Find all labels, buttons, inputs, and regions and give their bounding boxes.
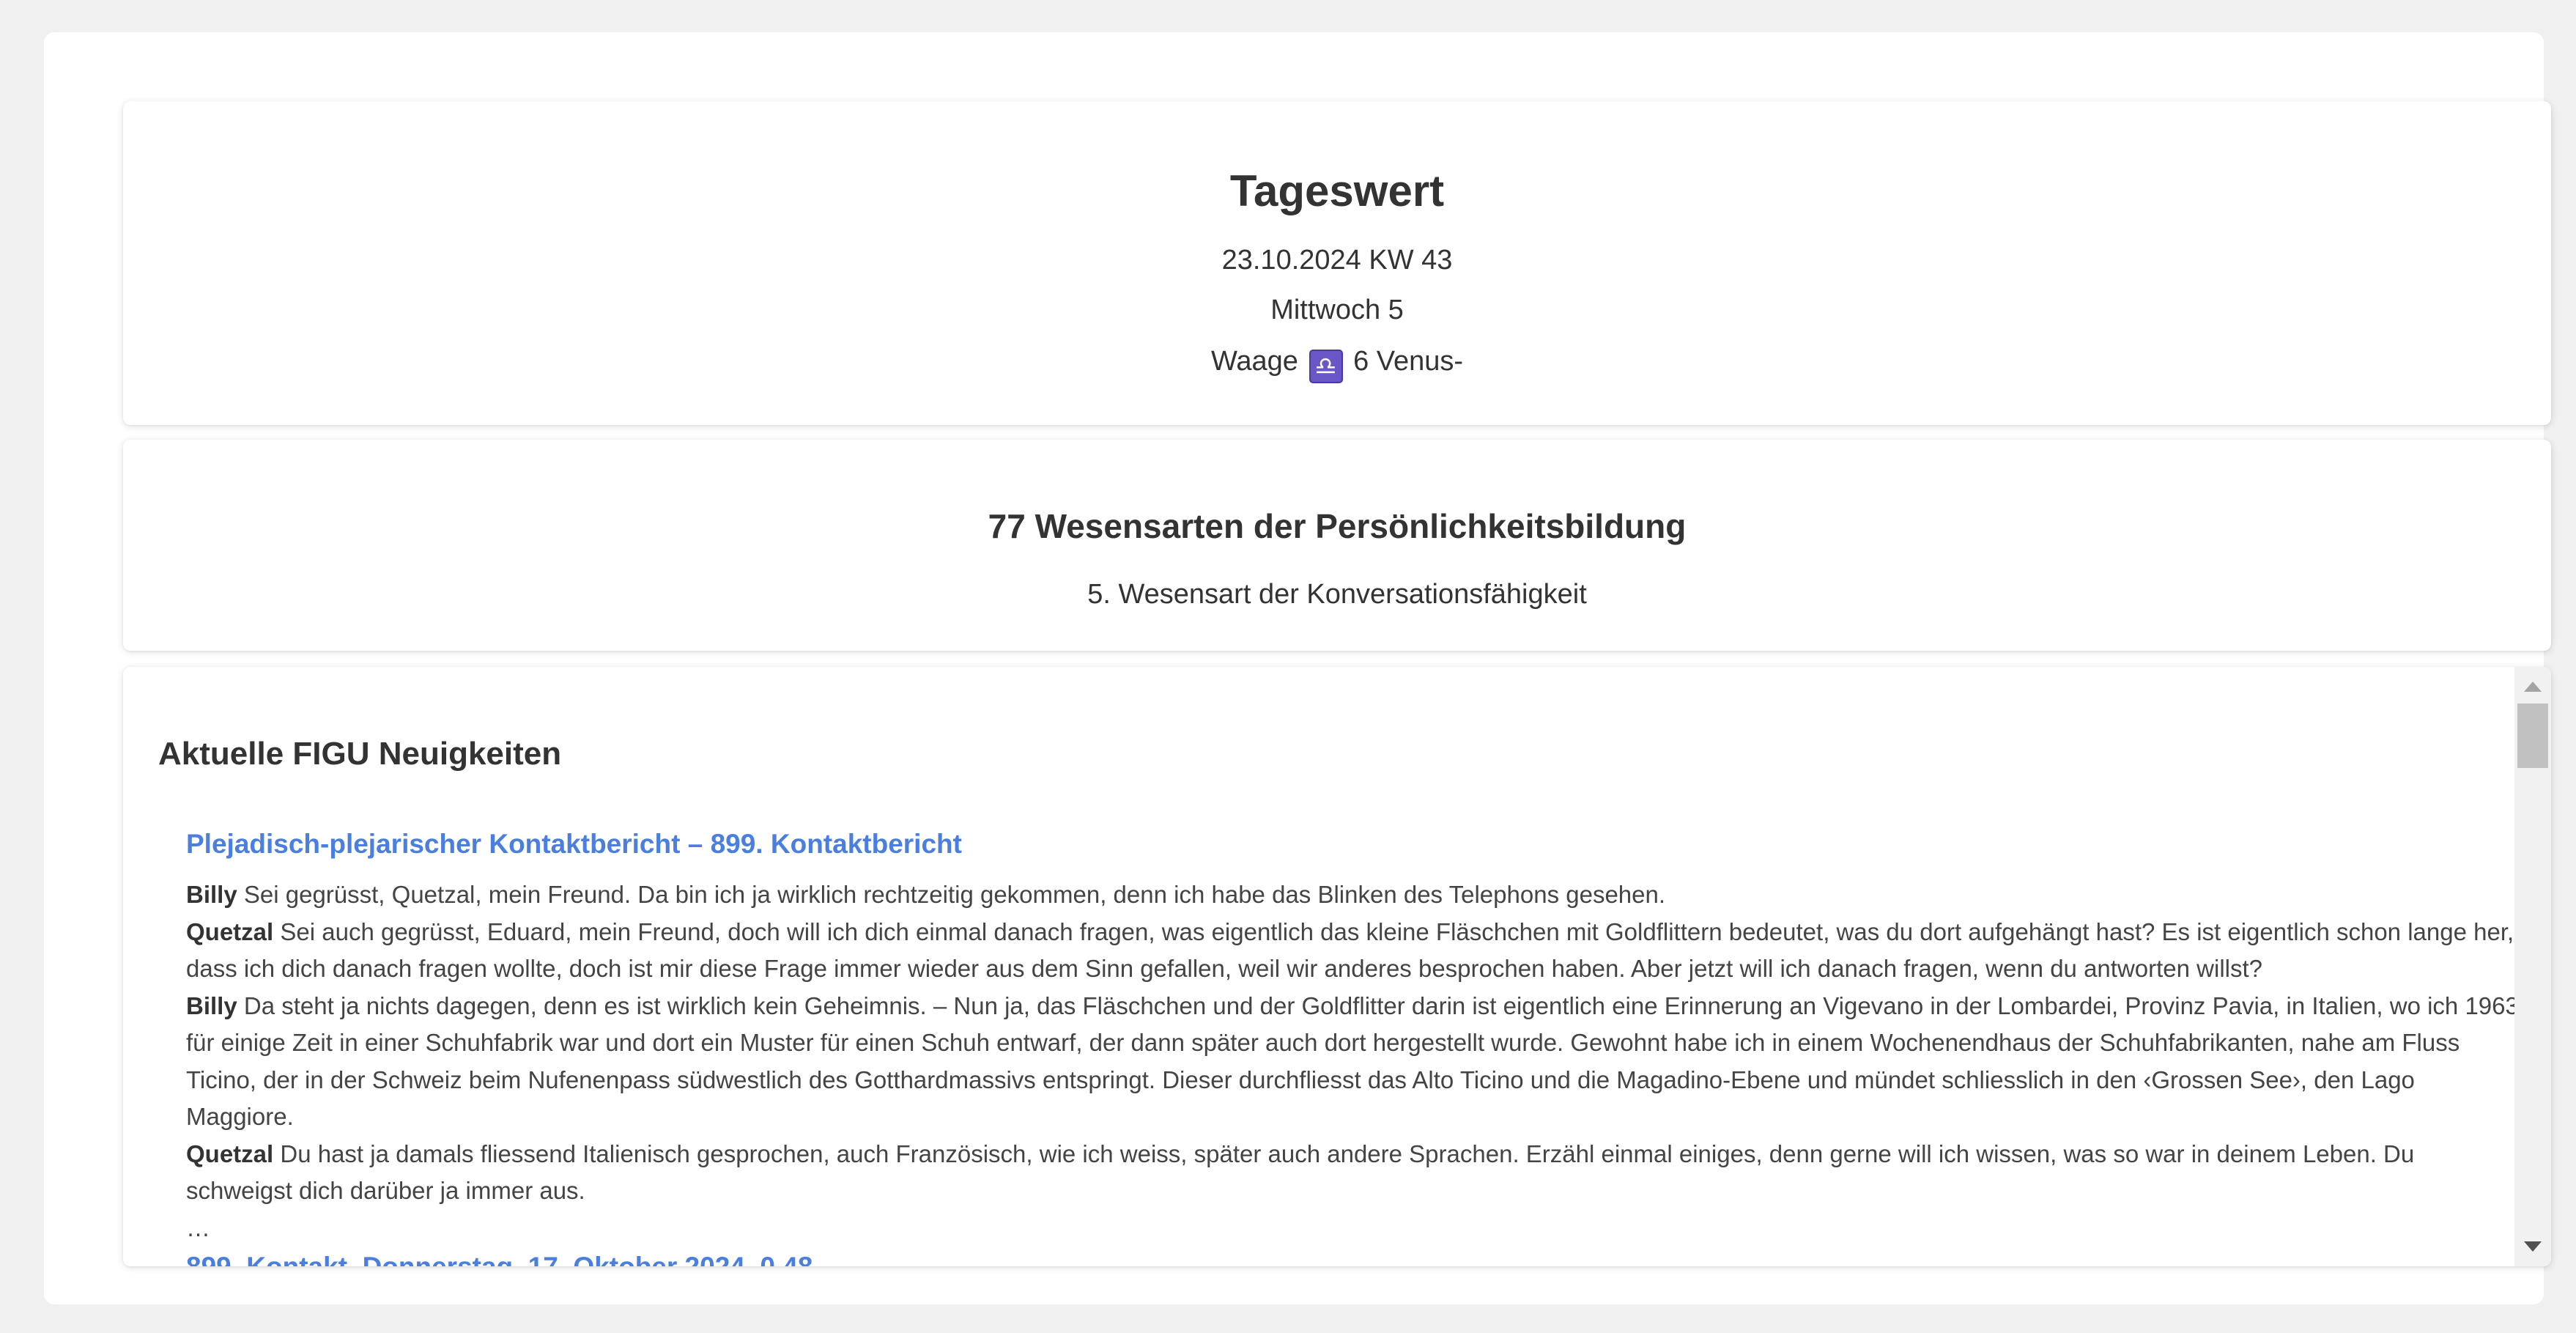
zodiac-line: Waage ♎ 6 Venus- [123, 344, 2551, 383]
speaker-name: Billy [186, 992, 237, 1019]
news-scroll-area[interactable]: Aktuelle FIGU Neuigkeiten Plejadisch-ple… [123, 667, 2516, 1266]
zodiac-detail: 6 Venus- [1353, 346, 1464, 377]
speaker-name: Quetzal [186, 1140, 274, 1167]
personality-subtitle: 5. Wesensart der Konversationsfähigkeit [1087, 579, 1587, 610]
dialog-paragraph: Billy Sei gegrüsst, Quetzal, mein Freund… [186, 876, 2516, 914]
dialog-text: Du hast ja damals fliessend Italienisch … [186, 1140, 2415, 1205]
weekday-line: Mittwoch 5 [1270, 295, 1404, 325]
article-body: Billy Sei gegrüsst, Quetzal, mein Freund… [186, 876, 2516, 1210]
dialog-paragraph: Quetzal Du hast ja damals fliessend Ital… [186, 1136, 2516, 1210]
scrollbar-thumb[interactable] [2517, 704, 2548, 768]
scroll-down-arrow-icon[interactable] [2524, 1241, 2542, 1252]
zodiac-name: Waage [1210, 346, 1298, 377]
dialog-paragraph: Quetzal Sei auch gegrüsst, Eduard, mein … [186, 914, 2516, 988]
date-week-line: 23.10.2024 KW 43 [1221, 245, 1453, 276]
page-container: Tageswert 23.10.2024 KW 43 Mittwoch 5 Wa… [44, 32, 2551, 1304]
scroll-up-arrow-icon[interactable] [2524, 682, 2542, 692]
day-value-card: Tageswert 23.10.2024 KW 43 Mittwoch 5 Wa… [123, 101, 2551, 425]
dialog-text: Da steht ja nichts dagegen, denn es ist … [186, 992, 2516, 1131]
next-article-link[interactable]: 899. Kontakt, Donnerstag, 17. Oktober 20… [186, 1251, 2516, 1267]
speaker-name: Billy [186, 881, 237, 908]
personality-title: 77 Wesensarten der Persönlichkeitsbildun… [988, 507, 1687, 545]
vertical-scrollbar[interactable] [2514, 667, 2551, 1266]
article-ellipsis: … [186, 1214, 210, 1241]
dialog-paragraph: Billy Da steht ja nichts dagegen, denn e… [186, 988, 2516, 1136]
news-heading: Aktuelle FIGU Neuigkeiten [158, 736, 562, 772]
news-card: Aktuelle FIGU Neuigkeiten Plejadisch-ple… [123, 667, 2551, 1266]
personality-card: 77 Wesensarten der Persönlichkeitsbildun… [123, 440, 2551, 651]
dialog-text: Sei auch gegrüsst, Eduard, mein Freund, … [186, 917, 2514, 983]
dialog-text: Sei gegrüsst, Quetzal, mein Freund. Da b… [243, 881, 1666, 908]
day-value-title: Tageswert [1229, 166, 1445, 215]
article-title-link[interactable]: Plejadisch-plejarischer Kontaktbericht –… [186, 828, 2516, 860]
news-article: Plejadisch-plejarischer Kontaktbericht –… [186, 828, 2516, 1266]
libra-zodiac-icon: ♎ [1309, 350, 1343, 383]
speaker-name: Quetzal [186, 917, 274, 945]
